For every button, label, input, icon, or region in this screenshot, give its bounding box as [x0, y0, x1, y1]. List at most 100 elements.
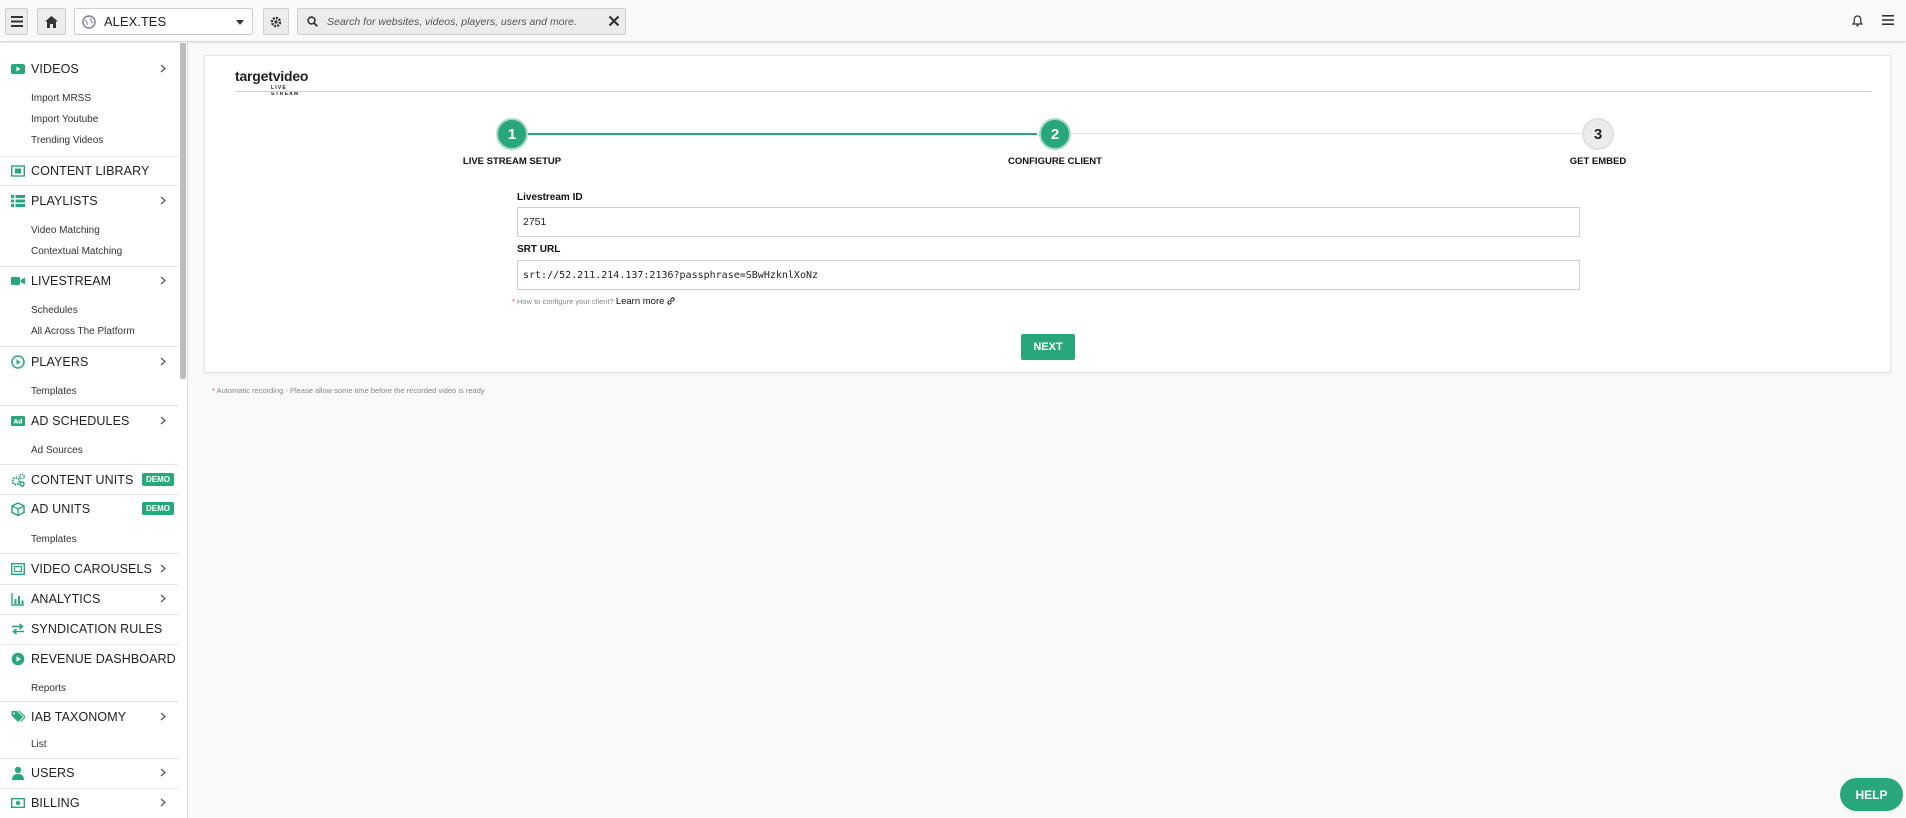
close-icon[interactable] [608, 15, 620, 27]
srt-url-input[interactable] [517, 260, 1580, 290]
wizard-card: targetvideo LIVE STREAM 1 LIVE STREAM SE… [204, 55, 1891, 373]
home-button[interactable] [37, 8, 66, 35]
site-name: ALEX.TES [104, 14, 167, 29]
menu-button[interactable] [5, 8, 28, 35]
settings-button[interactable] [263, 8, 289, 35]
logo-text: targetvideo [235, 68, 309, 84]
sidebar-scrollbar[interactable] [180, 43, 186, 379]
divider [0, 701, 178, 702]
divider [0, 405, 178, 406]
sidebar-item-label: IAB TAXONOMY [31, 710, 127, 724]
sidebar-subitem-templates[interactable]: Templates [31, 386, 77, 397]
help-question: How to configure your client? [517, 297, 614, 306]
sidebar-item-players[interactable]: PLAYERS [0, 348, 178, 376]
sidebar-subitem-video-matching[interactable]: Video Matching [31, 225, 100, 236]
sidebar-subitem-all-across-platform[interactable]: All Across The Platform [31, 326, 135, 337]
stepper-progress-line [511, 133, 1037, 135]
sidebar-item-label: VIDEO CAROUSELS [31, 562, 152, 576]
demo-badge: DEMO [142, 502, 174, 515]
sidebar-item-analytics[interactable]: ANALYTICS [0, 585, 178, 613]
sidebar-item-label: USERS [31, 766, 75, 780]
sidebar-subitem-contextual-matching[interactable]: Contextual Matching [31, 246, 122, 257]
sidebar-subitem-list[interactable]: List [31, 739, 47, 750]
divider [0, 464, 178, 465]
svg-text:Ad: Ad [14, 419, 23, 426]
sidebar-item-users[interactable]: USERS [0, 759, 178, 787]
targetvideo-logo: targetvideo LIVE STREAM [235, 68, 309, 97]
chevron-right-icon [160, 416, 166, 425]
search-input[interactable] [327, 15, 587, 28]
sidebar-item-livestream[interactable]: LIVESTREAM [0, 267, 178, 295]
gear-icon [270, 16, 282, 27]
sidebar-subitem-reports[interactable]: Reports [31, 683, 66, 694]
sidebar-subitem-templates[interactable]: Templates [31, 534, 77, 545]
sidebar-item-content-library[interactable]: CONTENT LIBRARY [0, 157, 178, 185]
film-icon [11, 165, 25, 177]
divider [0, 185, 178, 186]
hamburger-icon[interactable] [1882, 15, 1894, 25]
sidebar-subitem-import-mrss[interactable]: Import MRSS [31, 93, 91, 104]
sidebar-subitem-import-youtube[interactable]: Import Youtube [31, 114, 98, 125]
divider [0, 346, 178, 347]
play-circle-icon [11, 355, 25, 369]
sidebar-item-label: VIDEOS [31, 62, 79, 76]
recording-footnote: * Automatic recording - Please allow som… [212, 386, 485, 395]
chevron-right-icon [160, 798, 166, 807]
sidebar-item-syndication-rules[interactable]: SYNDICATION RULES [0, 615, 178, 643]
sidebar-item-iab-taxonomy[interactable]: IAB TAXONOMY [0, 703, 178, 731]
sidebar-item-ad-units[interactable]: AD UNITS DEMO [0, 495, 178, 523]
bell-icon[interactable] [1852, 15, 1863, 27]
sidebar-item-videos[interactable]: VIDEOS [0, 55, 178, 83]
step-2-label: CONFIGURE CLIENT [1008, 156, 1102, 167]
carousel-icon [11, 563, 25, 576]
globe-icon [82, 14, 96, 29]
list-icon [11, 195, 25, 207]
sidebar-item-label: PLAYERS [31, 355, 89, 369]
step-2-circle[interactable]: 2 [1039, 118, 1071, 150]
link-icon[interactable] [666, 297, 675, 305]
chevron-right-icon [160, 768, 166, 777]
sidebar-item-label: SYNDICATION RULES [31, 622, 163, 636]
play-solid-icon [11, 652, 25, 666]
divider [0, 553, 178, 554]
chevron-right-icon [160, 712, 166, 721]
required-asterisk: * [512, 297, 515, 306]
sidebar-item-label: REVENUE DASHBOARD [31, 652, 176, 666]
sidebar-subitem-trending-videos[interactable]: Trending Videos [31, 135, 103, 146]
sidebar-item-ad-schedules[interactable]: Ad AD SCHEDULES [0, 407, 178, 435]
search-bar [297, 8, 626, 35]
cube-icon [11, 502, 25, 516]
video-icon [11, 64, 25, 74]
sidebar-item-revenue-dashboard[interactable]: REVENUE DASHBOARD [0, 645, 178, 673]
hamburger-icon [10, 16, 23, 27]
step-3-label: GET EMBED [1569, 156, 1627, 167]
sidebar-item-label: AD UNITS [31, 502, 91, 516]
configure-help-text: * How to configure your client? Learn mo… [512, 296, 675, 307]
chevron-right-icon [160, 594, 166, 603]
sidebar-item-label: CONTENT LIBRARY [31, 164, 150, 178]
sidebar-item-billing[interactable]: BILLING [0, 789, 178, 817]
step-1-label: LIVE STREAM SETUP [462, 156, 562, 167]
sidebar-item-label: ANALYTICS [31, 592, 101, 606]
chevron-right-icon [160, 357, 166, 366]
demo-badge: DEMO [142, 473, 174, 486]
help-button[interactable]: HELP [1840, 778, 1903, 811]
chevron-right-icon [160, 64, 166, 73]
livestream-id-label: Livestream ID [517, 192, 583, 203]
step-3-circle[interactable]: 3 [1582, 118, 1614, 150]
sidebar-item-playlists[interactable]: PLAYLISTS [0, 187, 178, 215]
tags-icon [11, 710, 25, 722]
learn-more-link[interactable]: Learn more [616, 296, 665, 307]
sidebar-subitem-ad-sources[interactable]: Ad Sources [31, 445, 83, 456]
cogs-icon [11, 473, 25, 487]
next-button[interactable]: NEXT [1021, 334, 1075, 360]
sidebar-item-label: AD SCHEDULES [31, 414, 130, 428]
stepper-remaining-line [1069, 133, 1595, 134]
sidebar-subitem-schedules[interactable]: Schedules [31, 305, 78, 316]
site-selector[interactable]: ALEX.TES [74, 8, 253, 35]
step-1-circle[interactable]: 1 [496, 118, 528, 150]
bar-chart-icon [11, 593, 24, 606]
sidebar-item-content-units[interactable]: CONTENT UNITS DEMO [0, 466, 178, 494]
livestream-id-input[interactable] [517, 207, 1580, 237]
sidebar-item-video-carousels[interactable]: VIDEO CAROUSELS [0, 555, 178, 583]
